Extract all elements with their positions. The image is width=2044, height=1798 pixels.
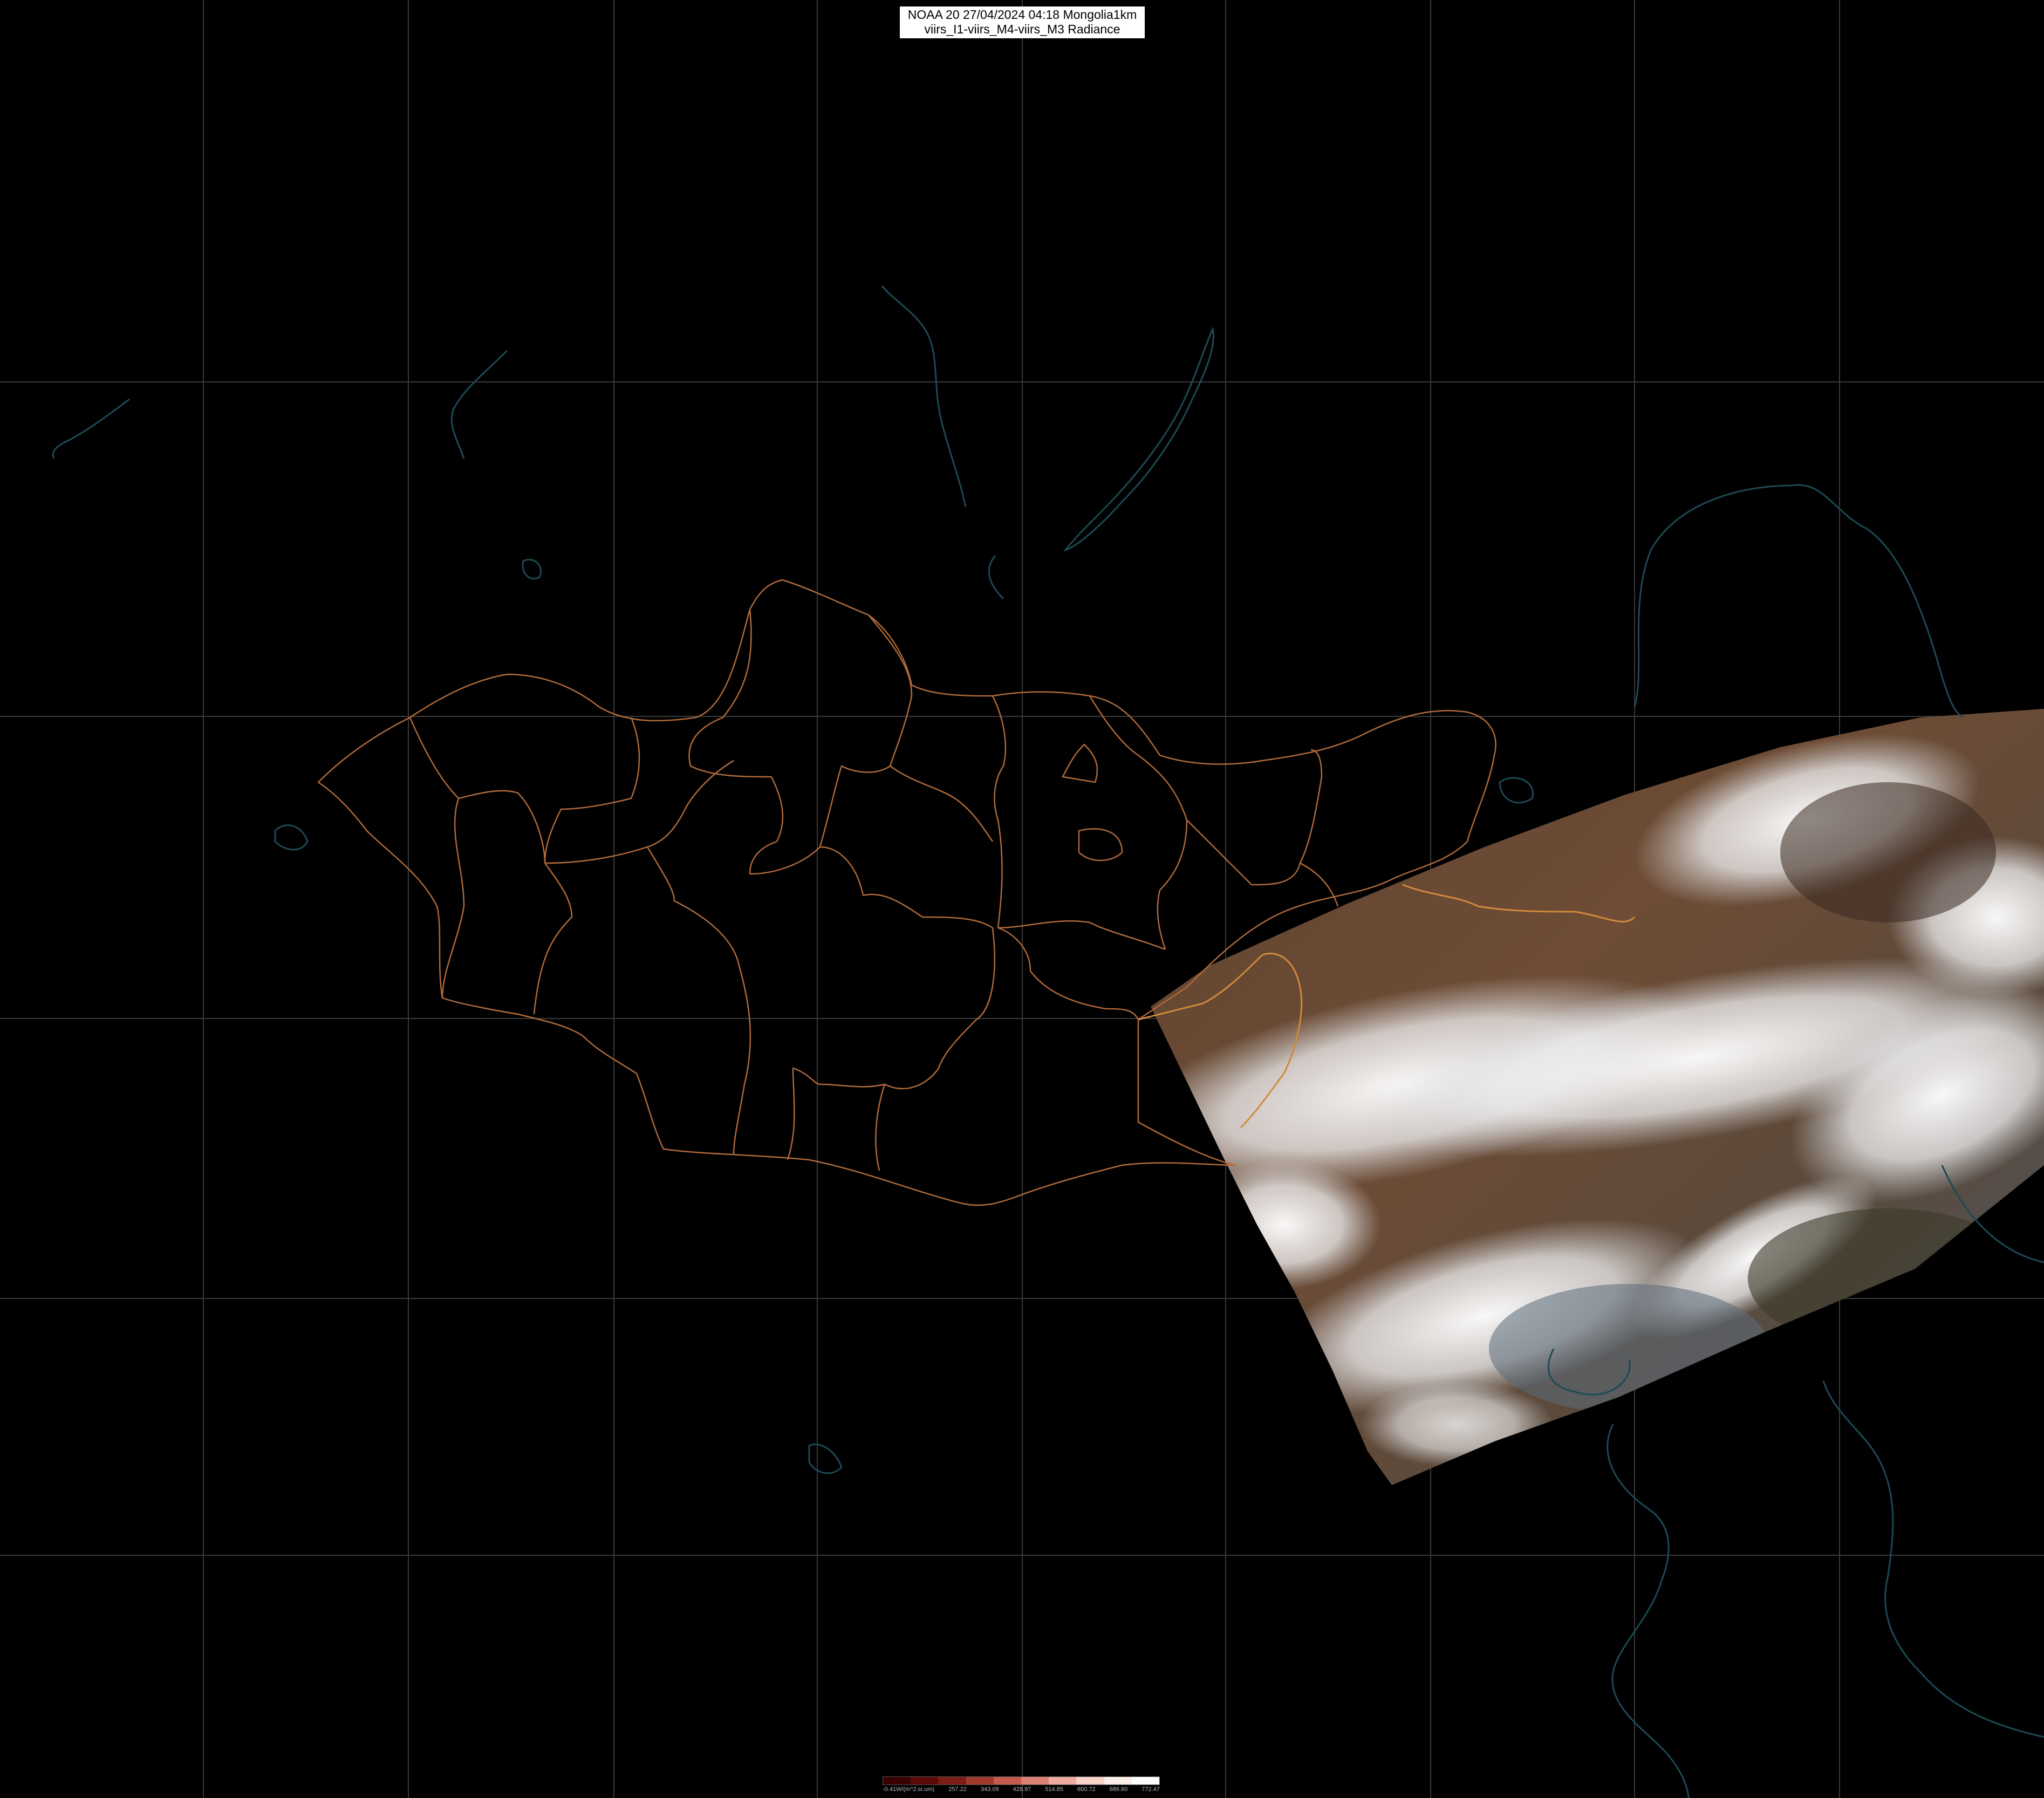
colorbar-tick-label: 600.72 — [1077, 1786, 1096, 1793]
colorbar-swatch — [1104, 1777, 1132, 1785]
colorbar-swatch — [966, 1777, 994, 1785]
satellite-map — [0, 0, 2044, 1798]
colorbar-swatch — [1021, 1777, 1049, 1785]
colorbar-unit-label: -0.41W/(m^2.sr.um) — [883, 1786, 935, 1793]
colorbar-tick-label: 257.22 — [948, 1786, 967, 1793]
colorbar-tick-label: 343.09 — [980, 1786, 999, 1793]
colorbar-tick-label: 428.97 — [1013, 1786, 1031, 1793]
colorbar-swatch — [938, 1777, 966, 1785]
colorbar-tick-label: 686.60 — [1109, 1786, 1128, 1793]
title-box: NOAA 20 27/04/2024 04:18 Mongolia1km vii… — [900, 6, 1145, 38]
colorbar-swatch — [883, 1777, 911, 1785]
colorbar-swatch — [1049, 1777, 1077, 1785]
colorbar-ramp — [883, 1776, 1160, 1785]
colorbar: -0.41W/(m^2.sr.um) 257.22 343.09 428.97 514… — [883, 1776, 1160, 1793]
title-line-2: viirs_I1-viirs_M4-viirs_M3 Radiance — [924, 22, 1120, 36]
colorbar-swatch — [1131, 1777, 1160, 1785]
colorbar-swatch — [1076, 1777, 1104, 1785]
dark-forest-area — [1780, 782, 1996, 922]
colorbar-tick-label: 514.85 — [1045, 1786, 1063, 1793]
colorbar-swatch — [993, 1777, 1022, 1785]
colorbar-swatch — [911, 1777, 939, 1785]
colorbar-tick-label: 772.47 — [1141, 1786, 1160, 1793]
title-line-1: NOAA 20 27/04/2024 04:18 Mongolia1km — [907, 8, 1137, 22]
colorbar-labels: -0.41W/(m^2.sr.um) 257.22 343.09 428.97 514… — [883, 1786, 1160, 1793]
